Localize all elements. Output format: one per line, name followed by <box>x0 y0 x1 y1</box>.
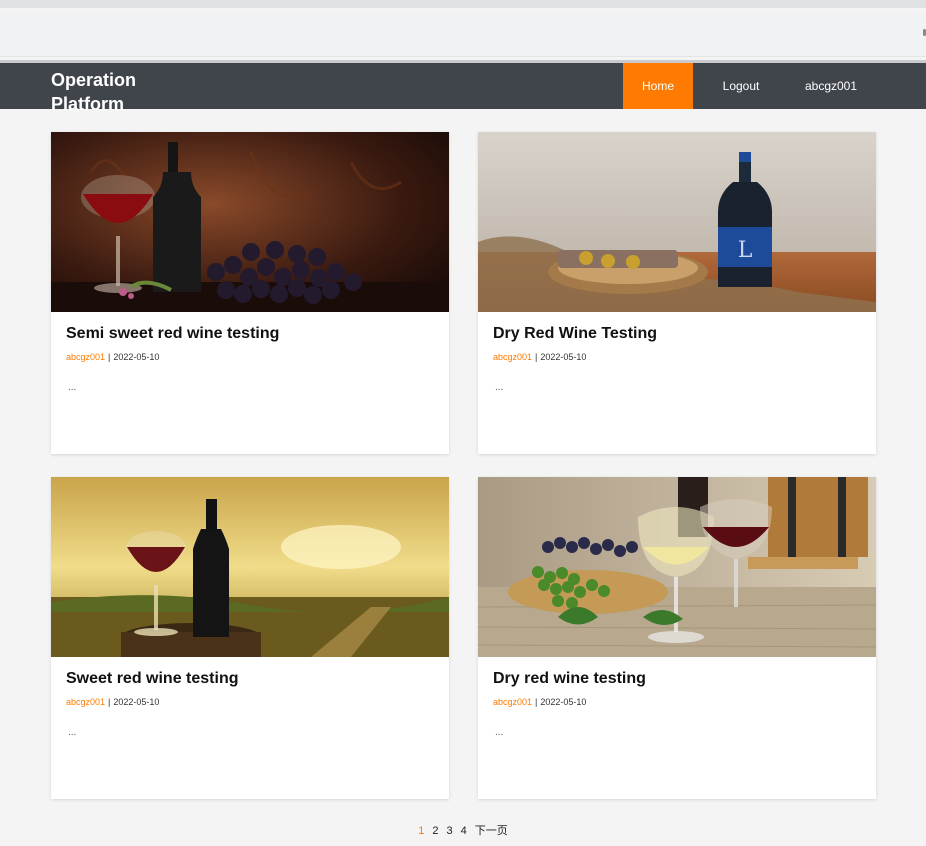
card-meta: abcgz001 | 2022-05-10 <box>493 697 586 707</box>
card-title[interactable]: Semi sweet red wine testing <box>66 325 279 343</box>
brand-title: Operation Platform <box>51 70 137 114</box>
svg-text:L: L <box>738 238 753 263</box>
card-date: 2022-05-10 <box>540 697 587 707</box>
article-card[interactable]: Sweet red wine testing abcgz001 | 2022-05-… <box>51 477 449 799</box>
card-excerpt: ... <box>495 727 504 738</box>
article-card[interactable]: L Dry Red Wine Testing abcgz001 | 2022-05-… <box>478 132 876 454</box>
article-card[interactable]: Semi sweet red wine testing abcgz001 | 202… <box>51 132 449 454</box>
card-image-vineyard-sunset[interactable] <box>51 477 449 657</box>
nav-logout[interactable]: Logout <box>707 63 775 109</box>
browser-chrome-top <box>0 0 926 8</box>
card-meta: abcgz001 | 2022-05-10 <box>66 352 159 362</box>
nav-home[interactable]: Home <box>623 63 693 109</box>
card-excerpt: ... <box>68 382 77 393</box>
page-2[interactable]: 2 <box>432 825 438 837</box>
card-author[interactable]: abcgz001 <box>493 352 532 362</box>
card-image-bottle-table[interactable]: L <box>478 132 876 312</box>
card-image-wine-grapes[interactable] <box>51 132 449 312</box>
next-page-link[interactable]: 下一页 <box>475 822 508 838</box>
card-author[interactable]: abcgz001 <box>66 697 105 707</box>
meta-separator: | <box>535 352 538 362</box>
top-navbar: Operation Platform Home Logout abcgz001 <box>0 63 926 114</box>
card-author[interactable]: abcgz001 <box>66 352 105 362</box>
nav-user[interactable]: abcgz001 <box>795 63 867 109</box>
card-date: 2022-05-10 <box>113 697 160 707</box>
card-excerpt: ... <box>495 382 504 393</box>
card-image-barrel-glasses[interactable] <box>478 477 876 657</box>
card-author[interactable]: abcgz001 <box>493 697 532 707</box>
card-meta: abcgz001 | 2022-05-10 <box>66 697 159 707</box>
meta-separator: | <box>108 352 111 362</box>
page-1[interactable]: 1 <box>418 825 424 837</box>
card-date: 2022-05-10 <box>540 352 587 362</box>
card-title[interactable]: Sweet red wine testing <box>66 670 238 688</box>
article-card[interactable]: Dry red wine testing abcgz001 | 2022-05-10… <box>478 477 876 799</box>
meta-separator: | <box>108 697 111 707</box>
card-date: 2022-05-10 <box>113 352 160 362</box>
card-title[interactable]: Dry Red Wine Testing <box>493 325 657 343</box>
card-title[interactable]: Dry red wine testing <box>493 670 646 688</box>
card-meta: abcgz001 | 2022-05-10 <box>493 352 586 362</box>
pagination: 1 2 3 4 下一页 <box>0 822 926 838</box>
card-excerpt: ... <box>68 727 77 738</box>
page-4[interactable]: 4 <box>461 825 467 837</box>
page-3[interactable]: 3 <box>447 825 453 837</box>
browser-toolbar <box>0 14 926 57</box>
meta-separator: | <box>535 697 538 707</box>
